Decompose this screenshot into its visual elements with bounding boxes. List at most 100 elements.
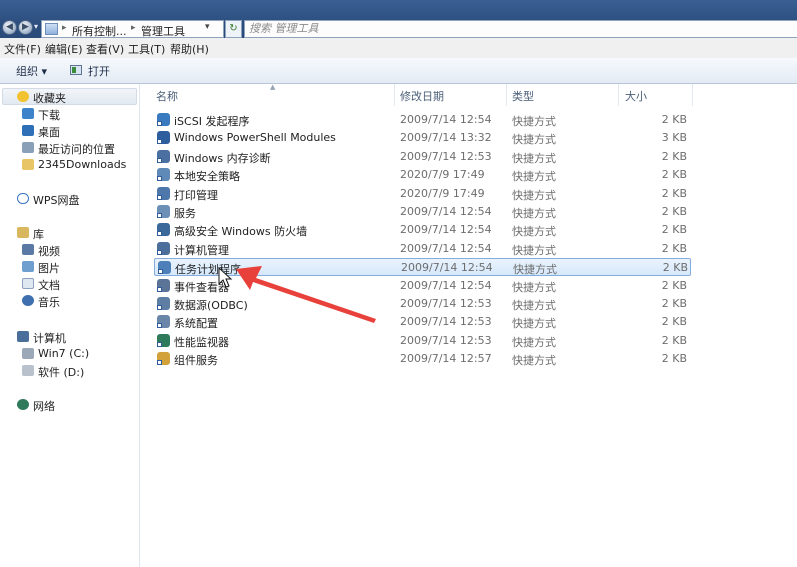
- file-row[interactable]: 数据源(ODBC) 2009/7/14 12:53 快捷方式 2 KB: [154, 295, 691, 313]
- file-size: 2 KB: [661, 205, 687, 218]
- open-button[interactable]: 打开: [88, 63, 110, 79]
- file-size: 2 KB: [661, 333, 687, 347]
- breadcrumb-separator-icon[interactable]: ▸: [62, 23, 67, 33]
- document-icon: [22, 278, 34, 289]
- file-name: 任务计划程序: [175, 263, 241, 277]
- refresh-icon[interactable]: ↻: [225, 20, 242, 38]
- search-input[interactable]: 搜索 管理工具: [244, 20, 797, 38]
- file-type: 快捷方式: [512, 317, 556, 331]
- cloud-icon: [17, 193, 29, 204]
- shortcut-icon: [158, 261, 171, 275]
- file-row[interactable]: 本地安全策略 2020/7/9 17:49 快捷方式 2 KB: [154, 166, 691, 184]
- file-size: 2 KB: [661, 315, 687, 329]
- column-divider[interactable]: [506, 84, 507, 106]
- sort-ascending-icon: ▲: [270, 83, 276, 91]
- music-icon: [22, 295, 34, 306]
- menu-file[interactable]: 文件(F): [4, 41, 41, 57]
- command-bar: 组织 ▾ 打开: [0, 58, 797, 84]
- file-size: 2 KB: [661, 297, 687, 310]
- star-icon: [17, 91, 29, 102]
- file-name: 高级安全 Windows 防火墙: [174, 225, 308, 239]
- file-size: 2 KB: [661, 278, 687, 292]
- column-header-size[interactable]: 大小: [625, 88, 647, 104]
- file-row[interactable]: 性能监视器 2009/7/14 12:53 快捷方式 2 KB: [154, 332, 691, 350]
- file-size: 2 KB: [661, 223, 687, 237]
- navigation-pane: 收藏夹 下载 桌面 最近访问的位置 2345Downloads WPS网盘 库 …: [0, 84, 140, 567]
- file-date: 2009/7/14 12:53: [400, 149, 492, 163]
- file-row[interactable]: Windows PowerShell Modules 2009/7/14 13:3…: [154, 129, 691, 147]
- breadcrumb-separator-icon[interactable]: ▸: [131, 23, 136, 33]
- column-header-name[interactable]: 名称: [156, 88, 178, 104]
- file-type: 快捷方式: [512, 280, 556, 294]
- file-size: 2 KB: [661, 149, 687, 163]
- folder-icon: [22, 159, 34, 170]
- shortcut-icon: [157, 113, 170, 126]
- back-arrow-icon[interactable]: ◀: [2, 20, 17, 35]
- file-row[interactable]: 服务 2009/7/14 12:54 快捷方式 2 KB: [154, 203, 691, 221]
- column-header-type[interactable]: 类型: [512, 88, 534, 104]
- shortcut-icon: [157, 297, 170, 310]
- file-name: 本地安全策略: [174, 170, 240, 184]
- file-size: 2 KB: [662, 261, 688, 275]
- file-type: 快捷方式: [512, 151, 556, 165]
- shortcut-icon: [157, 168, 170, 182]
- file-row[interactable]: iSCSI 发起程序 2009/7/14 12:54 快捷方式 2 KB: [154, 111, 691, 129]
- breadcrumb-admin-tools[interactable]: 管理工具: [141, 23, 185, 39]
- address-history-chevron-icon[interactable]: ▾: [205, 22, 210, 32]
- file-row[interactable]: 计算机管理 2009/7/14 12:54 快捷方式 2 KB: [154, 240, 691, 258]
- shortcut-icon: [157, 149, 170, 163]
- file-row[interactable]: 打印管理 2020/7/9 17:49 快捷方式 2 KB: [154, 185, 691, 203]
- file-type: 快捷方式: [512, 299, 556, 312]
- file-date: 2009/7/14 12:54: [400, 205, 492, 218]
- column-divider[interactable]: [394, 84, 395, 106]
- file-date: 2009/7/14 12:54: [400, 113, 492, 126]
- column-header-date[interactable]: 修改日期: [400, 88, 444, 104]
- file-row[interactable]: Windows 内存诊断 2009/7/14 12:53 快捷方式 2 KB: [154, 148, 691, 166]
- file-name: Windows PowerShell Modules: [174, 131, 336, 145]
- file-row[interactable]: 组件服务 2009/7/14 12:57 快捷方式 2 KB: [154, 350, 691, 368]
- file-name: iSCSI 发起程序: [174, 115, 250, 128]
- file-row[interactable]: 高级安全 Windows 防火墙 2009/7/14 12:54 快捷方式 2 KB: [154, 221, 691, 239]
- network-globe-icon: [17, 399, 29, 410]
- recent-places-icon: [22, 142, 34, 153]
- open-icon[interactable]: [70, 65, 82, 75]
- recent-pages-chevron-icon[interactable]: ▾: [34, 22, 38, 31]
- file-name: 服务: [174, 207, 196, 220]
- file-name: 计算机管理: [174, 243, 229, 257]
- file-row[interactable]: 任务计划程序 2009/7/14 12:54 快捷方式 2 KB: [154, 258, 691, 277]
- breadcrumb-control-panel[interactable]: 所有控制...: [72, 23, 127, 39]
- file-name: 数据源(ODBC): [174, 299, 248, 312]
- file-date: 2020/7/9 17:49: [400, 168, 485, 182]
- shortcut-icon: [157, 223, 170, 237]
- menu-view[interactable]: 查看(V): [86, 41, 124, 57]
- shortcut-icon: [157, 186, 170, 200]
- shortcut-icon: [157, 131, 170, 145]
- file-date: 2020/7/9 17:49: [400, 186, 485, 200]
- file-date: 2009/7/14 12:53: [400, 333, 492, 347]
- address-input[interactable]: ▸ 所有控制... ▸ 管理工具 ▾: [41, 20, 224, 38]
- shortcut-icon: [157, 241, 170, 255]
- file-date: 2009/7/14 12:57: [400, 352, 492, 366]
- forward-arrow-icon[interactable]: ▶: [18, 20, 33, 35]
- file-name: 组件服务: [174, 354, 218, 368]
- file-date: 2009/7/14 12:54: [400, 241, 492, 255]
- column-divider[interactable]: [618, 84, 619, 106]
- computer-icon: [17, 331, 29, 342]
- organize-button[interactable]: 组织 ▾: [16, 63, 47, 79]
- file-date: 2009/7/14 12:54: [400, 223, 492, 237]
- menu-help[interactable]: 帮助(H): [170, 41, 209, 57]
- menu-edit[interactable]: 编辑(E): [45, 41, 83, 57]
- file-date: 2009/7/14 13:32: [400, 131, 492, 145]
- drive-icon: [22, 348, 34, 359]
- file-row[interactable]: 事件查看器 2009/7/14 12:54 快捷方式 2 KB: [154, 277, 691, 295]
- file-type: 快捷方式: [512, 133, 556, 147]
- file-size: 2 KB: [661, 186, 687, 200]
- file-type: 快捷方式: [512, 225, 556, 239]
- file-row[interactable]: 系统配置 2009/7/14 12:53 快捷方式 2 KB: [154, 313, 691, 331]
- file-size: 2 KB: [661, 168, 687, 182]
- column-divider[interactable]: [692, 84, 693, 106]
- file-name: 系统配置: [174, 317, 218, 331]
- menu-tools[interactable]: 工具(T): [128, 41, 165, 57]
- file-date: 2009/7/14 12:54: [401, 261, 493, 275]
- download-folder-icon: [22, 108, 34, 119]
